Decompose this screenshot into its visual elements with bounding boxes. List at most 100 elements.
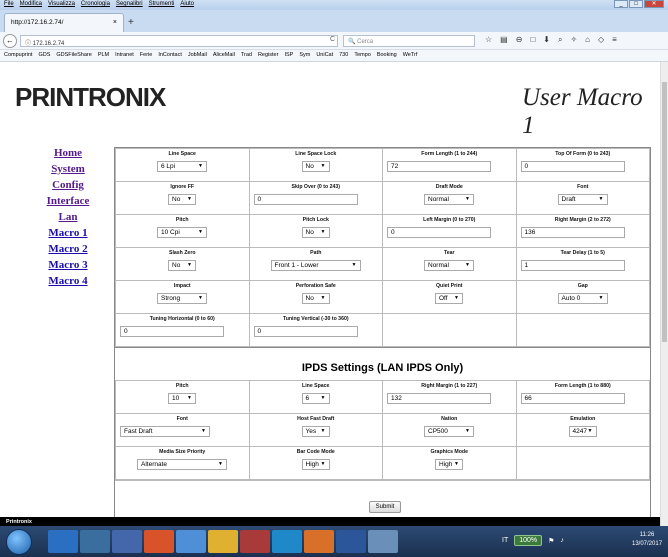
- menu-item[interactable]: Modifica: [20, 1, 42, 7]
- setting-select[interactable]: Normal ▼: [424, 260, 474, 271]
- bookmark-item[interactable]: GDS: [38, 52, 50, 59]
- setting-select[interactable]: 10 ▼: [168, 393, 196, 404]
- star-icon[interactable]: ☆: [485, 35, 492, 45]
- setting-select[interactable]: No ▼: [301, 161, 330, 172]
- reload-icon[interactable]: C: [330, 36, 335, 43]
- setting-select[interactable]: 10 Cpi ▼: [157, 227, 207, 238]
- nav-link-macro-3[interactable]: Macro 3: [38, 259, 98, 275]
- library-icon[interactable]: ▤: [500, 35, 508, 45]
- bookmark-item[interactable]: JobMail: [188, 52, 207, 59]
- setting-select[interactable]: No ▼: [301, 227, 330, 238]
- lock-icon[interactable]: ⊖: [516, 35, 523, 45]
- app-icon[interactable]: [112, 530, 142, 553]
- maximize-icon[interactable]: □: [629, 0, 643, 8]
- nav-link-interface[interactable]: Interface: [38, 195, 98, 211]
- skype-icon[interactable]: [272, 530, 302, 553]
- chrome-icon[interactable]: [144, 530, 174, 553]
- setting-text-input[interactable]: 0: [520, 161, 625, 172]
- menu-item[interactable]: Visualizza: [48, 1, 75, 7]
- setting-text-input[interactable]: 132: [387, 393, 491, 404]
- folder-icon[interactable]: [208, 530, 238, 553]
- tab-close-icon[interactable]: ×: [113, 19, 117, 26]
- setting-select[interactable]: No ▼: [168, 260, 196, 271]
- menu-item[interactable]: Strumenti: [149, 1, 175, 7]
- setting-select[interactable]: No ▼: [301, 293, 330, 304]
- menu-icon[interactable]: ≡: [612, 35, 617, 45]
- firefox-icon[interactable]: [176, 530, 206, 553]
- download-icon[interactable]: ⬇: [543, 35, 550, 45]
- nav-link-lan[interactable]: Lan: [38, 211, 98, 227]
- bookmark-item[interactable]: UniCat: [316, 52, 333, 59]
- setting-select[interactable]: Normal ▼: [424, 194, 474, 205]
- nav-link-home[interactable]: Home: [38, 147, 98, 163]
- explorer-icon[interactable]: [80, 530, 110, 553]
- bookmark-item[interactable]: PLM: [98, 52, 109, 59]
- setting-select[interactable]: No ▼: [168, 194, 196, 205]
- clock[interactable]: 11:26 13/07/2017: [632, 531, 662, 549]
- search-tool-icon[interactable]: ⌕: [558, 35, 562, 45]
- volume-icon[interactable]: ♪: [560, 537, 564, 544]
- menu-item[interactable]: Cronologia: [81, 1, 110, 7]
- nav-link-macro-2[interactable]: Macro 2: [38, 243, 98, 259]
- setting-select[interactable]: Yes ▼: [301, 426, 330, 437]
- menu-item[interactable]: Segnalibri: [116, 1, 143, 7]
- shield-icon[interactable]: ◇: [598, 35, 604, 45]
- bookmark-item[interactable]: Compuprint: [4, 52, 32, 59]
- bookmark-item[interactable]: GDSFileShare: [56, 52, 91, 59]
- pocket-icon[interactable]: □: [530, 35, 535, 45]
- setting-select[interactable]: Auto 0 ▼: [557, 293, 608, 304]
- setting-select[interactable]: CP500 ▼: [424, 426, 474, 437]
- start-button-icon[interactable]: [6, 529, 32, 555]
- bookmark-item[interactable]: Tempo: [354, 52, 371, 59]
- menu-item[interactable]: Aiuto: [180, 1, 194, 7]
- setting-select[interactable]: 4247 ▼: [568, 426, 597, 437]
- browser-tab[interactable]: http://172.16.2.74/ ×: [4, 13, 124, 32]
- setting-text-input[interactable]: 1: [520, 260, 625, 271]
- setting-select[interactable]: Off ▼: [435, 293, 463, 304]
- address-bar[interactable]: ⓘ 172.16.2.74: [20, 35, 338, 47]
- bookmark-item[interactable]: Register: [258, 52, 278, 59]
- flag-icon[interactable]: ⚑: [548, 537, 554, 545]
- setting-select[interactable]: High ▼: [435, 459, 463, 470]
- submit-button[interactable]: Submit: [369, 501, 401, 513]
- vertical-scrollbar[interactable]: [660, 62, 668, 526]
- bookmark-item[interactable]: 730: [339, 52, 348, 59]
- menu-item[interactable]: File: [4, 1, 14, 7]
- setting-text-input[interactable]: 66: [520, 393, 625, 404]
- setting-select[interactable]: Strong ▼: [157, 293, 207, 304]
- setting-text-input[interactable]: 136: [520, 227, 625, 238]
- setting-select[interactable]: High ▼: [301, 459, 330, 470]
- ie-icon[interactable]: [48, 530, 78, 553]
- outlook-icon[interactable]: [304, 530, 334, 553]
- bookmark-item[interactable]: InContact: [158, 52, 182, 59]
- bookmark-item[interactable]: Booking: [377, 52, 397, 59]
- search-input[interactable]: 🔍 Cerca: [343, 35, 475, 47]
- back-arrow-icon[interactable]: ←: [3, 34, 17, 48]
- setting-select[interactable]: Draft ▼: [557, 194, 608, 205]
- setting-select[interactable]: Alternate ▼: [137, 459, 227, 470]
- setting-select[interactable]: Front 1 - Lower ▼: [270, 260, 361, 271]
- setting-text-input[interactable]: 0: [387, 227, 491, 238]
- nav-link-macro-4[interactable]: Macro 4: [38, 275, 98, 291]
- app2-icon[interactable]: [240, 530, 270, 553]
- setting-text-input[interactable]: 0: [253, 326, 358, 337]
- nav-link-config[interactable]: Config: [38, 179, 98, 195]
- setting-select[interactable]: 6 ▼: [301, 393, 330, 404]
- app3-icon[interactable]: [368, 530, 398, 553]
- word-icon[interactable]: [336, 530, 366, 553]
- bookmark-item[interactable]: AliceMail: [213, 52, 235, 59]
- bookmark-item[interactable]: Trad: [241, 52, 252, 59]
- setting-text-input[interactable]: 72: [387, 161, 491, 172]
- bookmark-item[interactable]: Ferie: [140, 52, 153, 59]
- zoom-indicator[interactable]: 100%: [514, 535, 543, 546]
- setting-text-input[interactable]: 0: [120, 326, 224, 337]
- home-icon[interactable]: ⌂: [585, 35, 590, 45]
- minimize-icon[interactable]: _: [614, 0, 628, 8]
- language-indicator[interactable]: IT: [502, 537, 508, 544]
- bookmark-item[interactable]: WeTrf: [403, 52, 418, 59]
- setting-select[interactable]: Fast Draft ▼: [120, 426, 210, 437]
- setting-text-input[interactable]: 0: [253, 194, 358, 205]
- bookmark-item[interactable]: Sym: [299, 52, 310, 59]
- bookmark-item[interactable]: Intranet: [115, 52, 134, 59]
- close-window-icon[interactable]: ✕: [644, 0, 664, 8]
